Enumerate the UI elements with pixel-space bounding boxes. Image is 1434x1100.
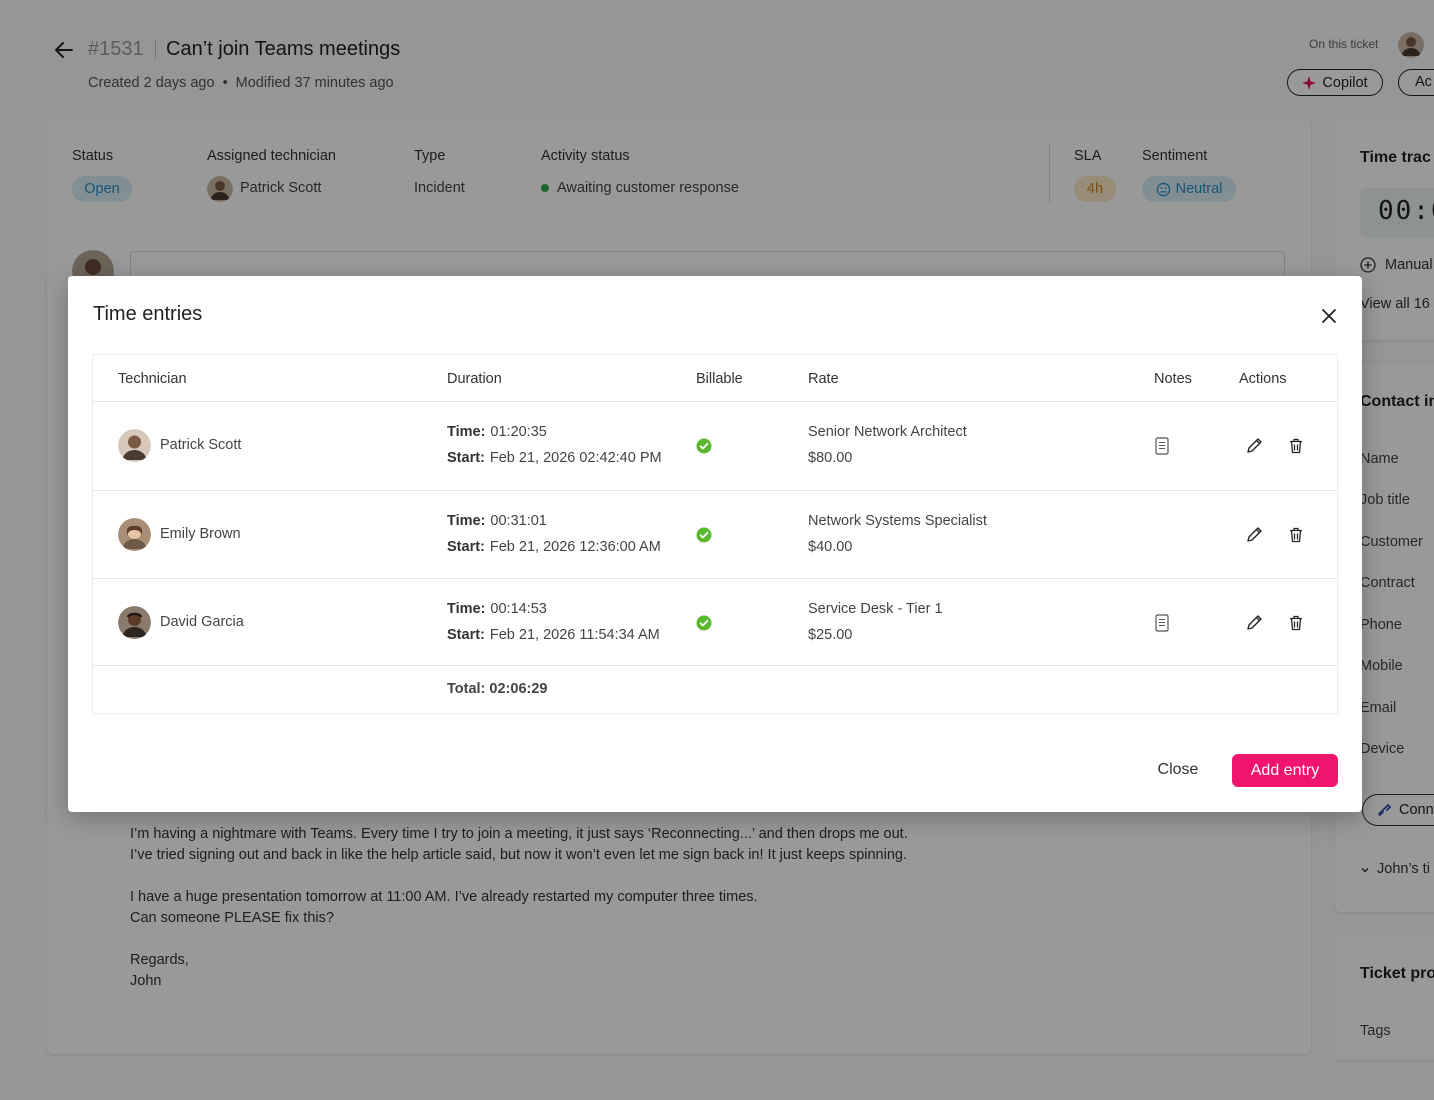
time-prefix: Time: bbox=[447, 601, 486, 617]
notes-icon[interactable] bbox=[1154, 614, 1170, 632]
rate-name: Service Desk - Tier 1 bbox=[808, 601, 943, 617]
rate-name: Network Systems Specialist bbox=[808, 513, 987, 529]
table-row: Patrick Scott Time: 01:20:35 Start: Feb 21… bbox=[93, 401, 1337, 490]
rate-amount: $25.00 bbox=[808, 627, 853, 643]
edit-pencil-icon[interactable] bbox=[1245, 437, 1263, 455]
technician-avatar bbox=[118, 429, 151, 462]
duration-time: Time: 00:14:53 bbox=[447, 601, 547, 617]
rate-name: Senior Network Architect bbox=[808, 424, 967, 440]
close-button[interactable]: Close bbox=[1144, 754, 1212, 786]
column-header-rate: Rate bbox=[808, 371, 839, 387]
table-row: Emily Brown Time: 00:31:01 Start: Feb 21, … bbox=[93, 490, 1337, 578]
technician-name: Emily Brown bbox=[160, 526, 241, 542]
add-entry-button[interactable]: Add entry bbox=[1232, 754, 1338, 787]
start-value: Feb 21, 2026 11:54:34 AM bbox=[489, 627, 660, 643]
duration-start: Start: Feb 21, 2026 12:36:00 AM bbox=[447, 539, 661, 555]
edit-pencil-icon[interactable] bbox=[1245, 526, 1263, 544]
time-prefix: Time: bbox=[447, 424, 486, 440]
billable-check-icon bbox=[696, 615, 712, 631]
start-value: Feb 21, 2026 12:36:00 AM bbox=[489, 539, 661, 555]
delete-trash-icon[interactable] bbox=[1287, 614, 1305, 632]
rate-amount: $80.00 bbox=[808, 450, 853, 466]
dialog-title: Time entries bbox=[93, 303, 203, 325]
delete-trash-icon[interactable] bbox=[1287, 437, 1305, 455]
duration-start: Start: Feb 21, 2026 02:42:40 PM bbox=[447, 450, 662, 466]
time-value: 00:14:53 bbox=[490, 601, 547, 617]
start-prefix: Start: bbox=[447, 627, 485, 643]
technician-name: David Garcia bbox=[160, 614, 244, 630]
start-prefix: Start: bbox=[447, 450, 485, 466]
column-header-technician: Technician bbox=[118, 371, 187, 387]
start-prefix: Start: bbox=[447, 539, 485, 555]
time-entries-dialog: Time entries Technician Duration Billabl… bbox=[68, 276, 1362, 812]
billable-check-icon bbox=[696, 527, 712, 543]
time-entries-table: Technician Duration Billable Rate Notes … bbox=[92, 354, 1338, 714]
duration-start: Start: Feb 21, 2026 11:54:34 AM bbox=[447, 627, 660, 643]
notes-icon[interactable] bbox=[1154, 437, 1170, 455]
billable-check-icon bbox=[696, 438, 712, 454]
total-text: Total: 02:06:29 bbox=[447, 681, 548, 697]
start-value: Feb 21, 2026 02:42:40 PM bbox=[489, 450, 662, 466]
duration-time: Time: 00:31:01 bbox=[447, 513, 547, 529]
total-row-divider bbox=[93, 665, 1337, 666]
column-header-billable: Billable bbox=[696, 371, 743, 387]
technician-name: Patrick Scott bbox=[160, 437, 242, 453]
close-icon[interactable] bbox=[1318, 305, 1340, 327]
rate-amount: $40.00 bbox=[808, 539, 853, 555]
time-value: 01:20:35 bbox=[490, 424, 547, 440]
column-header-notes: Notes bbox=[1154, 371, 1192, 387]
time-prefix: Time: bbox=[447, 513, 486, 529]
edit-pencil-icon[interactable] bbox=[1245, 614, 1263, 632]
table-row: David Garcia Time: 00:14:53 Start: Feb 21,… bbox=[93, 578, 1337, 665]
delete-trash-icon[interactable] bbox=[1287, 526, 1305, 544]
column-header-duration: Duration bbox=[447, 371, 502, 387]
technician-avatar bbox=[118, 606, 151, 639]
total-duration: Total: 02:06:29 bbox=[447, 681, 547, 697]
time-value: 00:31:01 bbox=[490, 513, 547, 529]
technician-avatar bbox=[118, 518, 151, 551]
column-header-actions: Actions bbox=[1239, 371, 1287, 387]
duration-time: Time: 01:20:35 bbox=[447, 424, 547, 440]
